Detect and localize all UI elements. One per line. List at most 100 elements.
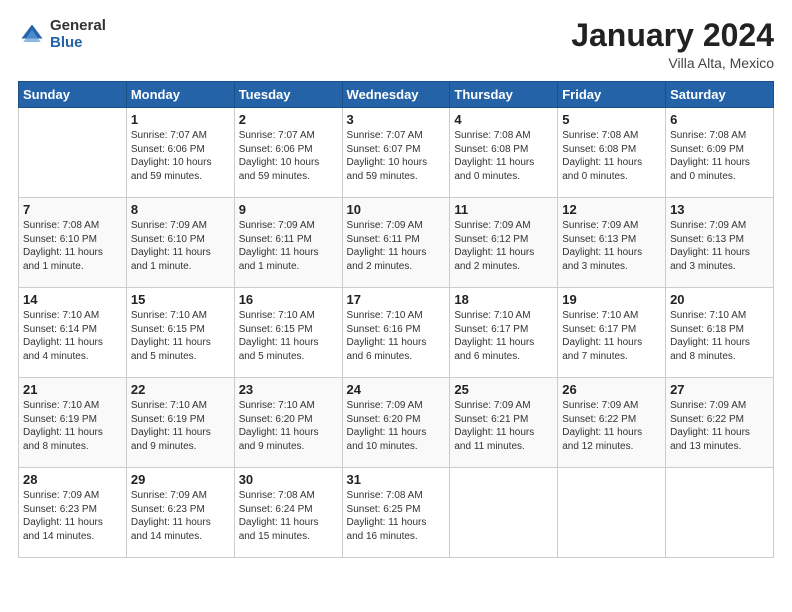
day-number: 24	[347, 382, 446, 397]
calendar-cell: 31 Sunrise: 7:08 AMSunset: 6:25 PMDayligh…	[342, 468, 450, 558]
day-info: Sunrise: 7:09 AMSunset: 6:22 PMDaylight:…	[670, 399, 769, 453]
day-number: 3	[347, 112, 446, 127]
day-number: 23	[239, 382, 338, 397]
day-number: 15	[131, 292, 230, 307]
day-info: Sunrise: 7:09 AMSunset: 6:21 PMDaylight:…	[454, 399, 553, 453]
day-info: Sunrise: 7:09 AMSunset: 6:23 PMDaylight:…	[23, 489, 122, 543]
calendar-cell: 27 Sunrise: 7:09 AMSunset: 6:22 PMDayligh…	[666, 378, 774, 468]
day-info: Sunrise: 7:08 AMSunset: 6:08 PMDaylight:…	[454, 129, 553, 183]
day-number: 28	[23, 472, 122, 487]
logo-icon	[18, 21, 46, 49]
day-info: Sunrise: 7:10 AMSunset: 6:19 PMDaylight:…	[131, 399, 230, 453]
calendar-week-row: 21Sunrise: 7:10 AMSunset: 6:19 PMDayligh…	[19, 378, 774, 468]
day-number: 17	[347, 292, 446, 307]
calendar-cell: 30Sunrise: 7:08 AMSunset: 6:24 PMDayligh…	[234, 468, 342, 558]
logo-text: General Blue	[50, 18, 106, 51]
day-info: Sunrise: 7:08 AMSunset: 6:08 PMDaylight:…	[562, 129, 661, 183]
day-number: 4	[454, 112, 553, 127]
calendar-cell: 1 Sunrise: 7:07 AMSunset: 6:06 PMDaylight…	[126, 108, 234, 198]
calendar-cell: 25 Sunrise: 7:09 AMSunset: 6:21 PMDayligh…	[450, 378, 558, 468]
day-number: 9	[239, 202, 338, 217]
day-number: 26	[562, 382, 661, 397]
day-number: 18	[454, 292, 553, 307]
calendar-cell	[558, 468, 666, 558]
column-header-thursday: Thursday	[450, 82, 558, 108]
calendar-week-row: 28 Sunrise: 7:09 AMSunset: 6:23 PMDayligh…	[19, 468, 774, 558]
calendar-cell: 10 Sunrise: 7:09 AMSunset: 6:11 PMDayligh…	[342, 198, 450, 288]
day-number: 20	[670, 292, 769, 307]
calendar-cell: 19Sunrise: 7:10 AMSunset: 6:17 PMDayligh…	[558, 288, 666, 378]
day-info: Sunrise: 7:08 AMSunset: 6:09 PMDaylight:…	[670, 129, 769, 183]
column-header-sunday: Sunday	[19, 82, 127, 108]
calendar-subtitle: Villa Alta, Mexico	[571, 55, 774, 71]
calendar-cell: 2Sunrise: 7:07 AMSunset: 6:06 PMDaylight…	[234, 108, 342, 198]
day-number: 29	[131, 472, 230, 487]
day-number: 6	[670, 112, 769, 127]
calendar-cell: 4 Sunrise: 7:08 AMSunset: 6:08 PMDaylight…	[450, 108, 558, 198]
logo-general: General	[50, 17, 106, 34]
day-info: Sunrise: 7:09 AMSunset: 6:11 PMDaylight:…	[239, 219, 338, 273]
day-number: 7	[23, 202, 122, 217]
day-number: 22	[131, 382, 230, 397]
day-info: Sunrise: 7:09 AMSunset: 6:22 PMDaylight:…	[562, 399, 661, 453]
day-info: Sunrise: 7:08 AMSunset: 6:10 PMDaylight:…	[23, 219, 122, 273]
calendar-week-row: 7 Sunrise: 7:08 AMSunset: 6:10 PMDaylight…	[19, 198, 774, 288]
calendar-cell	[19, 108, 127, 198]
calendar-cell: 16 Sunrise: 7:10 AMSunset: 6:15 PMDayligh…	[234, 288, 342, 378]
day-number: 16	[239, 292, 338, 307]
day-info: Sunrise: 7:07 AMSunset: 6:06 PMDaylight:…	[131, 129, 230, 183]
page: General Blue January 2024 Villa Alta, Me…	[0, 0, 792, 612]
day-number: 11	[454, 202, 553, 217]
calendar-cell: 29 Sunrise: 7:09 AMSunset: 6:23 PMDayligh…	[126, 468, 234, 558]
calendar-cell: 6 Sunrise: 7:08 AMSunset: 6:09 PMDaylight…	[666, 108, 774, 198]
day-info: Sunrise: 7:09 AMSunset: 6:11 PMDaylight:…	[347, 219, 446, 273]
day-info: Sunrise: 7:10 AMSunset: 6:20 PMDaylight:…	[239, 399, 338, 453]
header: General Blue January 2024 Villa Alta, Me…	[18, 18, 774, 71]
day-number: 12	[562, 202, 661, 217]
calendar-cell	[666, 468, 774, 558]
day-info: Sunrise: 7:10 AMSunset: 6:16 PMDaylight:…	[347, 309, 446, 363]
calendar-week-row: 14 Sunrise: 7:10 AMSunset: 6:14 PMDayligh…	[19, 288, 774, 378]
day-info: Sunrise: 7:10 AMSunset: 6:17 PMDaylight:…	[454, 309, 553, 363]
calendar-cell: 9 Sunrise: 7:09 AMSunset: 6:11 PMDaylight…	[234, 198, 342, 288]
calendar-cell: 13 Sunrise: 7:09 AMSunset: 6:13 PMDayligh…	[666, 198, 774, 288]
calendar-cell: 23 Sunrise: 7:10 AMSunset: 6:20 PMDayligh…	[234, 378, 342, 468]
column-header-saturday: Saturday	[666, 82, 774, 108]
calendar-table: SundayMondayTuesdayWednesdayThursdayFrid…	[18, 81, 774, 558]
column-header-monday: Monday	[126, 82, 234, 108]
day-number: 10	[347, 202, 446, 217]
calendar-cell: 15Sunrise: 7:10 AMSunset: 6:15 PMDayligh…	[126, 288, 234, 378]
day-info: Sunrise: 7:09 AMSunset: 6:23 PMDaylight:…	[131, 489, 230, 543]
title-block: January 2024 Villa Alta, Mexico	[571, 18, 774, 71]
day-info: Sunrise: 7:09 AMSunset: 6:20 PMDaylight:…	[347, 399, 446, 453]
day-info: Sunrise: 7:08 AMSunset: 6:24 PMDaylight:…	[239, 489, 338, 543]
day-info: Sunrise: 7:09 AMSunset: 6:13 PMDaylight:…	[562, 219, 661, 273]
calendar-cell: 20 Sunrise: 7:10 AMSunset: 6:18 PMDayligh…	[666, 288, 774, 378]
day-info: Sunrise: 7:10 AMSunset: 6:15 PMDaylight:…	[239, 309, 338, 363]
calendar-cell: 24 Sunrise: 7:09 AMSunset: 6:20 PMDayligh…	[342, 378, 450, 468]
day-number: 31	[347, 472, 446, 487]
calendar-cell: 22 Sunrise: 7:10 AMSunset: 6:19 PMDayligh…	[126, 378, 234, 468]
day-info: Sunrise: 7:10 AMSunset: 6:18 PMDaylight:…	[670, 309, 769, 363]
day-info: Sunrise: 7:07 AMSunset: 6:07 PMDaylight:…	[347, 129, 446, 183]
column-header-friday: Friday	[558, 82, 666, 108]
day-number: 13	[670, 202, 769, 217]
day-info: Sunrise: 7:10 AMSunset: 6:14 PMDaylight:…	[23, 309, 122, 363]
calendar-header-row: SundayMondayTuesdayWednesdayThursdayFrid…	[19, 82, 774, 108]
day-number: 19	[562, 292, 661, 307]
day-number: 25	[454, 382, 553, 397]
day-number: 14	[23, 292, 122, 307]
calendar-cell: 28 Sunrise: 7:09 AMSunset: 6:23 PMDayligh…	[19, 468, 127, 558]
logo: General Blue	[18, 18, 106, 51]
day-number: 1	[131, 112, 230, 127]
day-info: Sunrise: 7:08 AMSunset: 6:25 PMDaylight:…	[347, 489, 446, 543]
calendar-cell: 11 Sunrise: 7:09 AMSunset: 6:12 PMDayligh…	[450, 198, 558, 288]
day-number: 27	[670, 382, 769, 397]
calendar-cell: 17 Sunrise: 7:10 AMSunset: 6:16 PMDayligh…	[342, 288, 450, 378]
calendar-cell: 18 Sunrise: 7:10 AMSunset: 6:17 PMDayligh…	[450, 288, 558, 378]
day-number: 2	[239, 112, 338, 127]
calendar-week-row: 1 Sunrise: 7:07 AMSunset: 6:06 PMDaylight…	[19, 108, 774, 198]
calendar-cell: 7 Sunrise: 7:08 AMSunset: 6:10 PMDaylight…	[19, 198, 127, 288]
day-info: Sunrise: 7:09 AMSunset: 6:12 PMDaylight:…	[454, 219, 553, 273]
day-info: Sunrise: 7:09 AMSunset: 6:13 PMDaylight:…	[670, 219, 769, 273]
